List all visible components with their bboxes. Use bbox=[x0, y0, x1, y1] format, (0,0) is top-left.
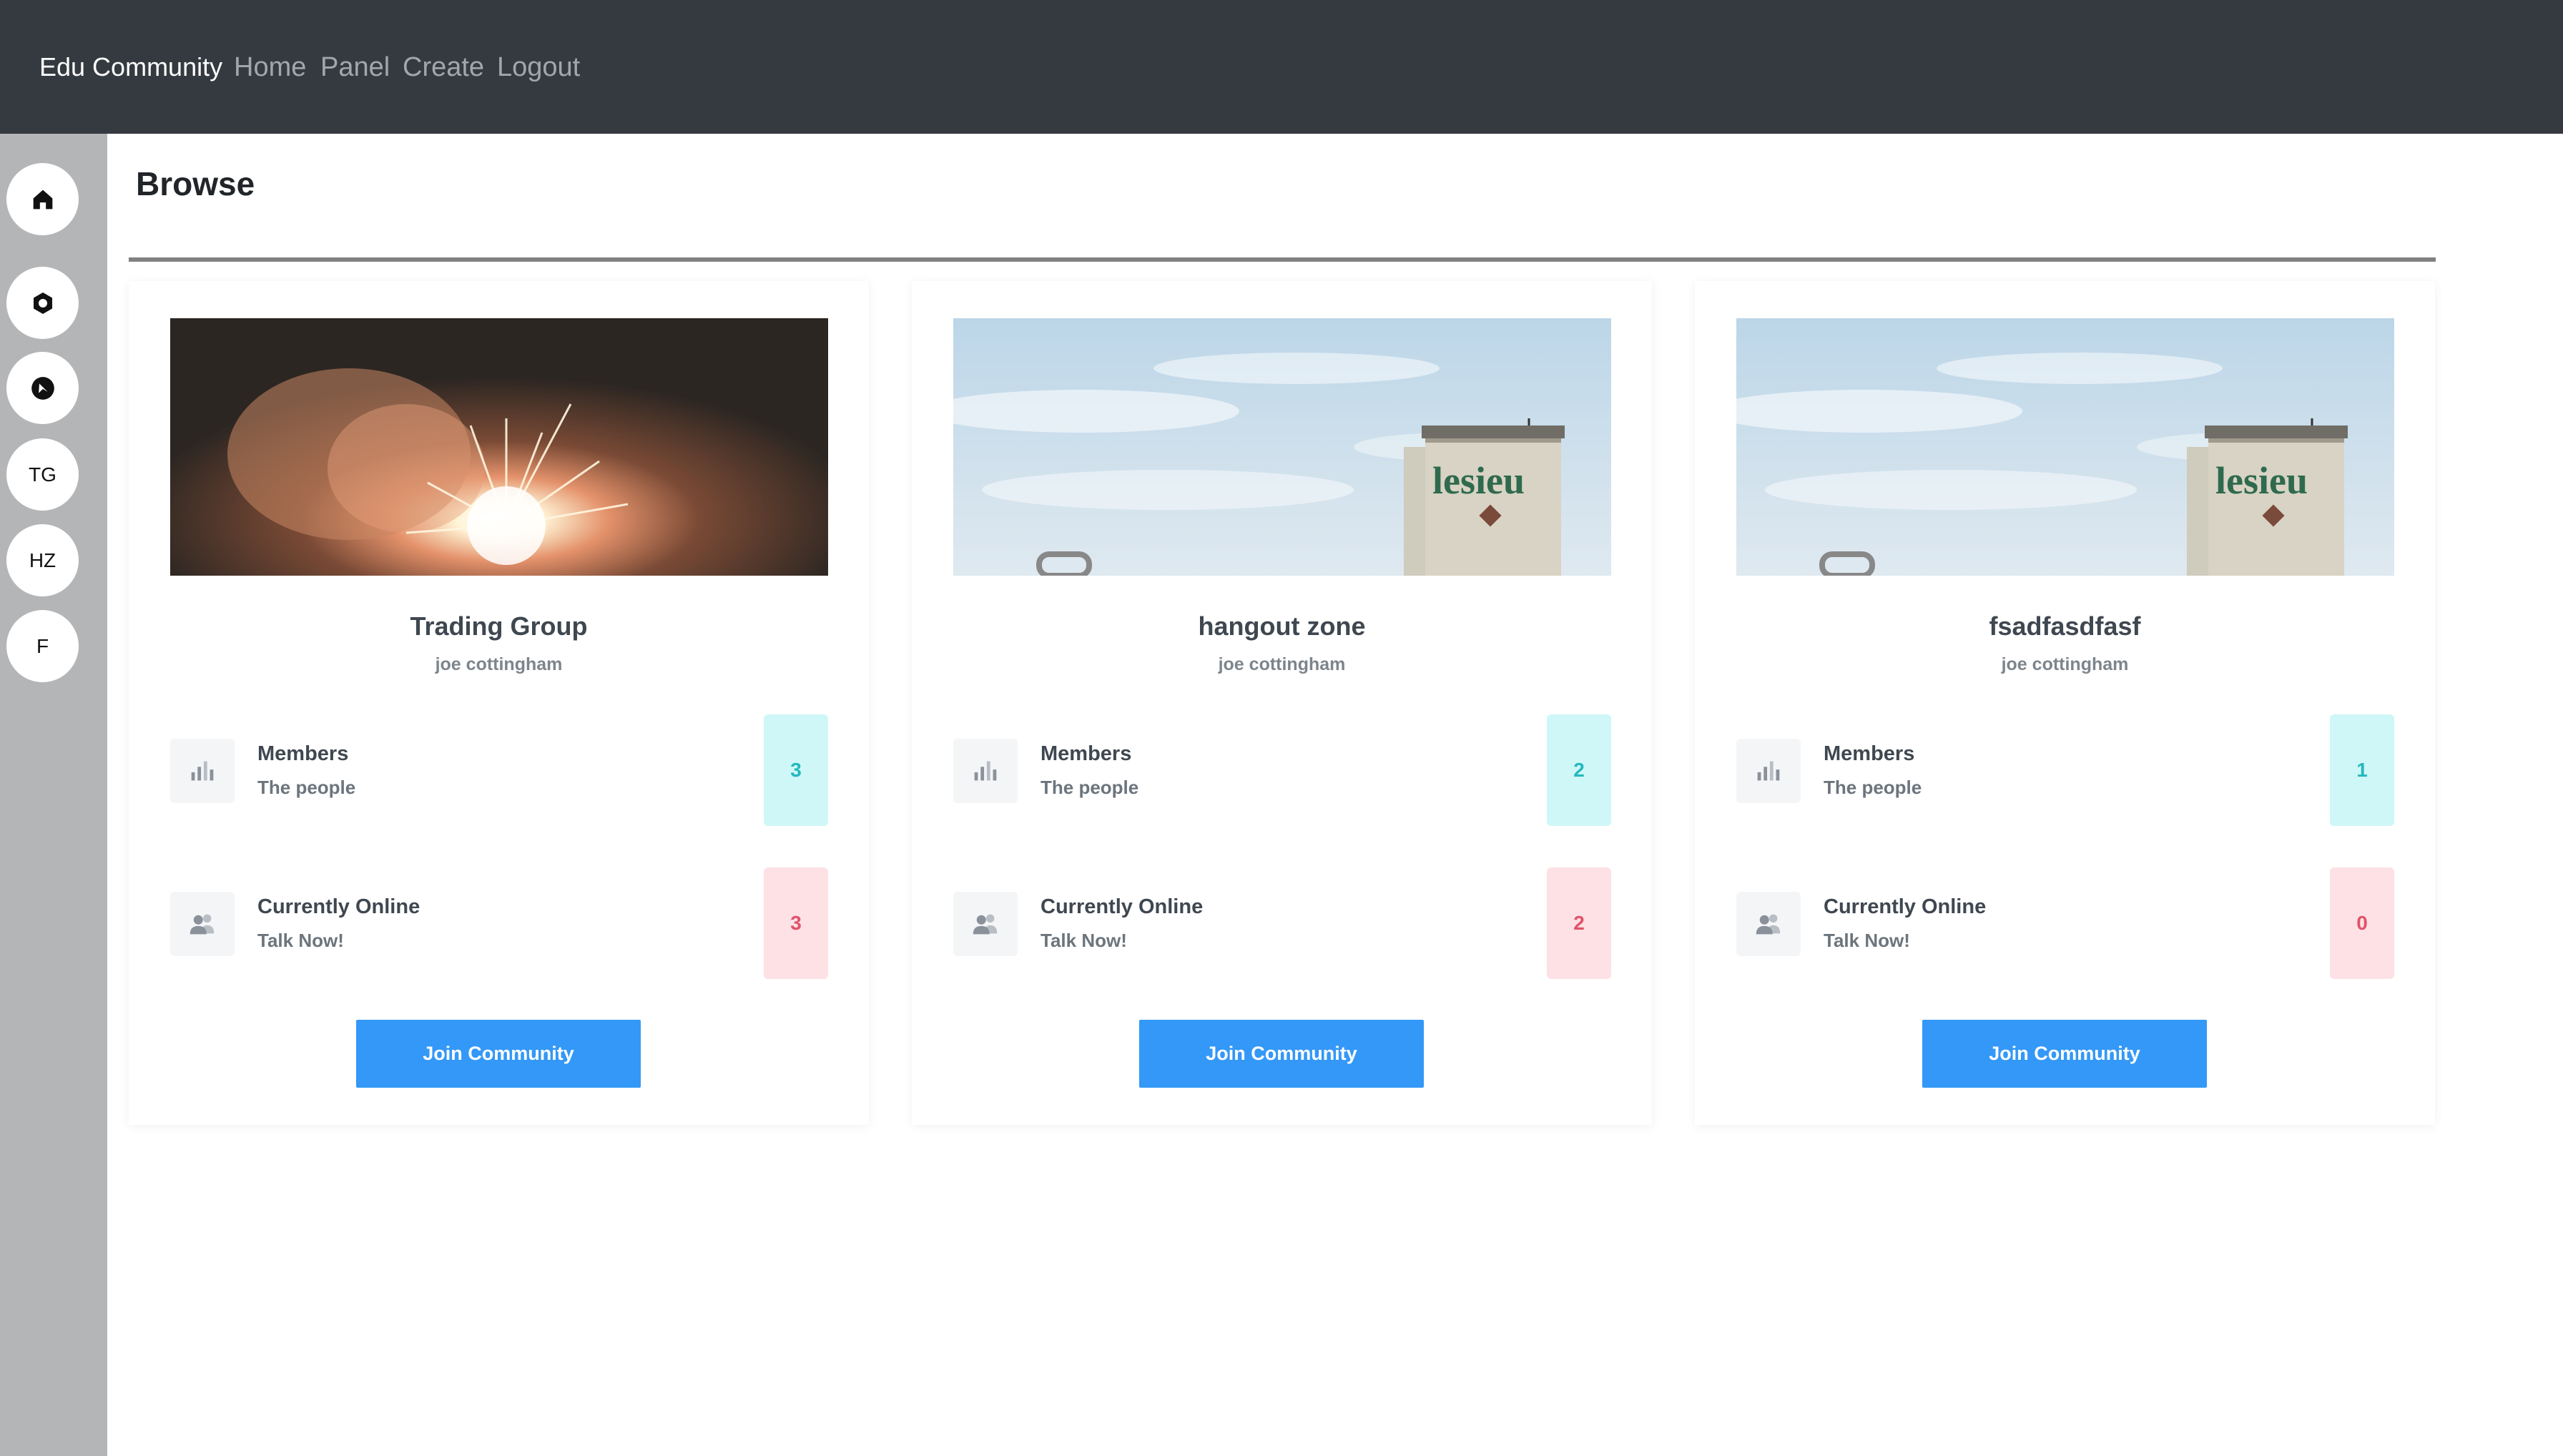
members-label: Members bbox=[1041, 742, 1132, 765]
community-card: lesieu hangout zone joe cottingham Membe… bbox=[912, 281, 1652, 1125]
community-image: lesieu bbox=[953, 318, 1611, 576]
community-owner: joe cottingham bbox=[2001, 654, 2129, 674]
sidebar-item-tg[interactable]: TG bbox=[6, 438, 79, 511]
online-subtitle: Talk Now! bbox=[1041, 930, 1127, 951]
community-sidebar: TG HZ F bbox=[0, 134, 107, 1456]
community-card: lesieu fsadfasdfasf joe cottingham Membe… bbox=[1695, 281, 2435, 1125]
online-count-badge: 2 bbox=[1547, 867, 1611, 979]
page-title: Browse bbox=[136, 165, 255, 202]
silo-photo: lesieu bbox=[1736, 318, 2394, 576]
online-icon-box bbox=[953, 892, 1018, 956]
community-image bbox=[170, 318, 828, 576]
online-count-badge: 0 bbox=[2330, 867, 2394, 979]
home-icon bbox=[33, 190, 52, 209]
community-owner: joe cottingham bbox=[435, 654, 563, 674]
community-title: hangout zone bbox=[1198, 611, 1366, 641]
community-owner: joe cottingham bbox=[1218, 654, 1346, 674]
nav-home-link[interactable]: Home bbox=[234, 52, 306, 83]
nav-panel-link[interactable]: Panel bbox=[320, 52, 390, 83]
members-label: Members bbox=[257, 742, 349, 765]
compass-icon bbox=[31, 376, 54, 400]
members-icon-box bbox=[170, 739, 235, 803]
online-count-badge: 3 bbox=[764, 867, 828, 979]
members-count-badge: 3 bbox=[764, 714, 828, 826]
community-title: fsadfasdfasf bbox=[1989, 611, 2141, 641]
brand-link[interactable]: Edu Community bbox=[39, 52, 222, 82]
join-community-button[interactable]: Join Community bbox=[1139, 1020, 1424, 1088]
online-label: Currently Online bbox=[257, 895, 420, 918]
sidebar-item-hz[interactable]: HZ bbox=[6, 524, 79, 596]
top-navbar: Edu Community Home Panel Create Logout bbox=[0, 0, 2563, 134]
sidebar-item-f[interactable]: F bbox=[6, 610, 79, 682]
members-icon-box bbox=[953, 739, 1018, 803]
members-subtitle: The people bbox=[1824, 777, 1922, 798]
online-icon-box bbox=[170, 892, 235, 956]
users-icon bbox=[973, 914, 998, 935]
bar-chart-icon bbox=[191, 761, 214, 781]
online-subtitle: Talk Now! bbox=[257, 930, 344, 951]
sidebar-explore-button[interactable] bbox=[6, 352, 79, 424]
members-subtitle: The people bbox=[1041, 777, 1139, 798]
community-title: Trading Group bbox=[410, 611, 588, 641]
users-icon bbox=[190, 914, 215, 935]
join-community-button[interactable]: Join Community bbox=[1922, 1020, 2207, 1088]
bar-chart-icon bbox=[974, 761, 997, 781]
bar-chart-icon bbox=[1757, 761, 1780, 781]
online-subtitle: Talk Now! bbox=[1824, 930, 1910, 951]
community-image: lesieu bbox=[1736, 318, 2394, 576]
members-count-badge: 2 bbox=[1547, 714, 1611, 826]
gear-icon bbox=[33, 292, 52, 314]
sparkler-photo bbox=[170, 318, 828, 576]
nav-create-link[interactable]: Create bbox=[403, 52, 484, 83]
online-label: Currently Online bbox=[1041, 895, 1204, 918]
nav-logout-link[interactable]: Logout bbox=[497, 52, 580, 83]
join-community-button[interactable]: Join Community bbox=[356, 1020, 641, 1088]
members-count-badge: 1 bbox=[2330, 714, 2394, 826]
divider bbox=[129, 257, 2436, 262]
sidebar-settings-button[interactable] bbox=[6, 267, 79, 339]
online-icon-box bbox=[1736, 892, 1801, 956]
silo-photo: lesieu bbox=[953, 318, 1611, 576]
online-label: Currently Online bbox=[1824, 895, 1987, 918]
members-subtitle: The people bbox=[257, 777, 356, 798]
sidebar-home-button[interactable] bbox=[6, 163, 79, 235]
silo-text: lesieu bbox=[1432, 459, 1525, 502]
community-card: Trading Group joe cottingham Members The… bbox=[129, 281, 869, 1125]
silo-text: lesieu bbox=[2215, 459, 2308, 502]
members-label: Members bbox=[1824, 742, 1915, 765]
members-icon-box bbox=[1736, 739, 1801, 803]
users-icon bbox=[1756, 914, 1781, 935]
